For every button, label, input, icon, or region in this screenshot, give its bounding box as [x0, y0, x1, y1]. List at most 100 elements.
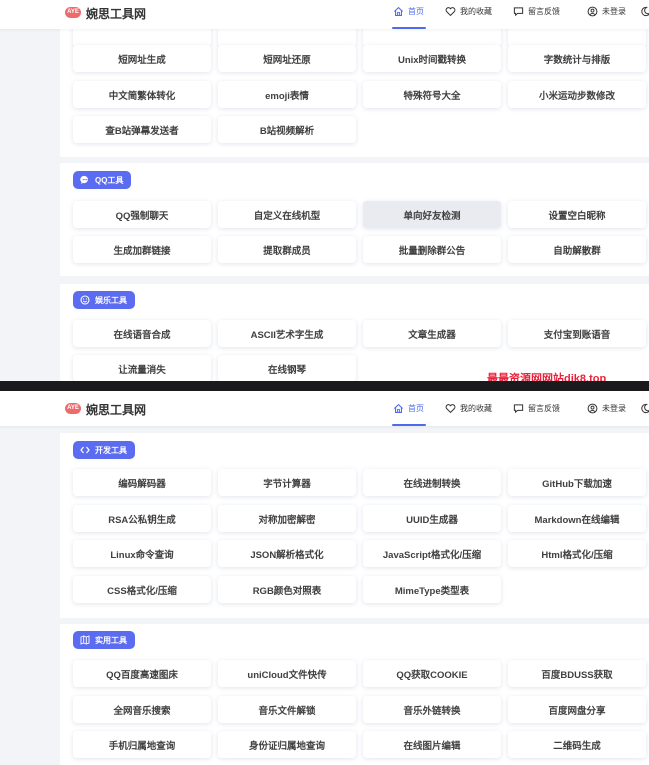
tool-encoder-decoder[interactable]: 编码解码器 — [73, 469, 211, 496]
user-icon — [587, 6, 598, 17]
tool-music-unlock[interactable]: 音乐文件解锁 — [218, 696, 356, 723]
nav-favorites-label: 我的收藏 — [460, 404, 492, 413]
tool-tts[interactable]: 在线语音合成 — [73, 320, 211, 347]
nav-home[interactable]: 首页 — [393, 6, 424, 17]
home-icon — [393, 6, 404, 16]
chat-bubble-icon — [80, 175, 88, 184]
tool-base-convert[interactable]: 在线进制转换 — [363, 469, 501, 496]
tool-data-vanish[interactable]: 让流量消失 — [73, 355, 211, 381]
tool-unix-timestamp[interactable]: Unix时间戳转换 — [363, 45, 501, 72]
tool-rsa-keys[interactable]: RSA公私钥生成 — [73, 505, 211, 532]
tool-custom-device[interactable]: 自定义在线机型 — [218, 201, 356, 228]
nav-feedback-label: 留言反馈 — [528, 404, 560, 413]
tool-group-link[interactable]: 生成加群链接 — [73, 236, 211, 263]
tool-baidu-share[interactable]: 百度网盘分享 — [508, 696, 646, 723]
tool-baidu-bduss[interactable]: 百度BDUSS获取 — [508, 660, 646, 687]
tool-short-url[interactable]: 短网址生成 — [73, 45, 211, 72]
active-nav-underline — [392, 27, 426, 29]
tool-short-url-restore[interactable]: 短网址还原 — [218, 45, 356, 72]
tool-rgb-table[interactable]: RGB颜色对照表 — [218, 576, 356, 603]
tool-github-accelerate[interactable]: GitHub下载加速 — [508, 469, 646, 496]
tool-alipay-voice[interactable]: 支付宝到账语音 — [508, 320, 646, 347]
section-title-dev: 开发工具 — [95, 445, 127, 455]
section-title-practical: 实用工具 — [95, 635, 127, 645]
section-tag-practical: 实用工具 — [73, 631, 135, 649]
section-title-fun: 娱乐工具 — [95, 295, 127, 305]
section-title-qq: QQ工具 — [95, 175, 124, 185]
tool-blank-nickname[interactable]: 设置空白昵称 — [508, 201, 646, 228]
tool-uuid[interactable]: UUID生成器 — [363, 505, 501, 532]
code-icon — [80, 446, 90, 454]
moon-icon — [641, 403, 649, 414]
nav-login[interactable]: 未登录 — [587, 403, 626, 414]
tool-delete-announcements[interactable]: 批量删除群公告 — [363, 236, 501, 263]
chat-icon — [513, 404, 524, 414]
chat-icon — [513, 7, 524, 17]
tool-word-count[interactable]: 字数统计与排版 — [508, 45, 646, 72]
tool-special-symbols[interactable]: 特殊符号大全 — [363, 81, 501, 108]
theme-toggle[interactable] — [640, 403, 649, 414]
tool-article-generator[interactable]: 文章生成器 — [363, 320, 501, 347]
brand-name[interactable]: 婉思工具网 — [86, 401, 146, 418]
user-icon — [587, 403, 598, 414]
section-tag-qq: QQ工具 — [73, 171, 132, 189]
tool-bilibili-video[interactable]: B站视频解析 — [218, 116, 356, 143]
tool-chinese-convert[interactable]: 中文简繁体转化 — [73, 81, 211, 108]
tool-qrcode[interactable]: 二维码生成 — [508, 731, 646, 758]
heart-icon — [445, 7, 456, 17]
nav-feedback-label: 留言反馈 — [528, 7, 560, 16]
nav-favorites[interactable]: 我的收藏 — [445, 6, 492, 17]
tool-emoji[interactable]: emoji表情 — [218, 81, 356, 108]
nav-home-label: 首页 — [408, 404, 424, 413]
active-nav-underline — [392, 424, 426, 426]
screenshot-top: AYE 婉思工具网 首页 我的收藏 留言反馈 未登录 短网址生成 短网址还原 U… — [0, 0, 649, 381]
nav-login-label: 未登录 — [602, 7, 626, 16]
tool-group-members[interactable]: 提取群成员 — [218, 236, 356, 263]
tool-id-location[interactable]: 身份证归属地查询 — [218, 731, 356, 758]
nav-favorites[interactable]: 我的收藏 — [445, 403, 492, 414]
tool-qq-cookie[interactable]: QQ获取COOKIE — [363, 660, 501, 687]
nav-login[interactable]: 未登录 — [587, 6, 626, 17]
navbar: AYE 婉思工具网 首页 我的收藏 留言反馈 未登录 — [0, 0, 649, 29]
tool-mi-steps[interactable]: 小米运动步数修改 — [508, 81, 646, 108]
tool-byte-calculator[interactable]: 字节计算器 — [218, 469, 356, 496]
brand-logo[interactable]: AYE — [65, 7, 81, 18]
tool-unicloud-transfer[interactable]: uniCloud文件快传 — [218, 660, 356, 687]
section-tag-fun: 娱乐工具 — [73, 291, 135, 309]
tool-dissolve-group[interactable]: 自助解散群 — [508, 236, 646, 263]
tool-music-link[interactable]: 音乐外链转换 — [363, 696, 501, 723]
tool-mimetype-table[interactable]: MimeType类型表 — [363, 576, 501, 603]
tool-qq-force-chat[interactable]: QQ强制聊天 — [73, 201, 211, 228]
map-icon — [80, 635, 90, 645]
nav-home-label: 首页 — [408, 7, 424, 16]
tool-image-host[interactable]: QQ百度高速图床 — [73, 660, 211, 687]
tool-online-piano[interactable]: 在线钢琴 — [218, 355, 356, 381]
tool-bilibili-danmaku[interactable]: 查B站弹幕发送者 — [73, 116, 211, 143]
nav-favorites-label: 我的收藏 — [460, 7, 492, 16]
tool-ascii-art[interactable]: ASCII艺术字生成 — [218, 320, 356, 347]
tool-phone-location[interactable]: 手机归属地查询 — [73, 731, 211, 758]
screenshot-divider — [0, 381, 649, 391]
tool-markdown-editor[interactable]: Markdown在线编辑 — [508, 505, 646, 532]
brand-name[interactable]: 婉思工具网 — [86, 5, 146, 22]
tool-one-way-friend[interactable]: 单向好友检测 — [363, 201, 501, 228]
section-tag-dev: 开发工具 — [73, 441, 135, 459]
screenshot-bottom: AYE 婉思工具网 首页 我的收藏 留言反馈 未登录 开发工具 编码解码器 字节… — [0, 391, 649, 765]
brand-logo[interactable]: AYE — [65, 403, 81, 414]
nav-feedback[interactable]: 留言反馈 — [513, 403, 560, 414]
tool-symmetric-crypto[interactable]: 对称加密解密 — [218, 505, 356, 532]
nav-home[interactable]: 首页 — [393, 403, 424, 414]
tool-linux-commands[interactable]: Linux命令查询 — [73, 540, 211, 567]
nav-feedback[interactable]: 留言反馈 — [513, 6, 560, 17]
nav-login-label: 未登录 — [602, 404, 626, 413]
tool-css-format[interactable]: CSS格式化/压缩 — [73, 576, 211, 603]
tool-html-format[interactable]: Html格式化/压缩 — [508, 540, 646, 567]
heart-icon — [445, 404, 456, 414]
watermark-text: 最最资源网网站dik8.top — [487, 373, 607, 381]
tool-js-format[interactable]: JavaScript格式化/压缩 — [363, 540, 501, 567]
navbar: AYE 婉思工具网 首页 我的收藏 留言反馈 未登录 — [0, 391, 649, 426]
theme-toggle[interactable] — [640, 6, 649, 17]
tool-image-editor[interactable]: 在线图片编辑 — [363, 731, 501, 758]
tool-json-format[interactable]: JSON解析格式化 — [218, 540, 356, 567]
tool-music-search[interactable]: 全网音乐搜索 — [73, 696, 211, 723]
